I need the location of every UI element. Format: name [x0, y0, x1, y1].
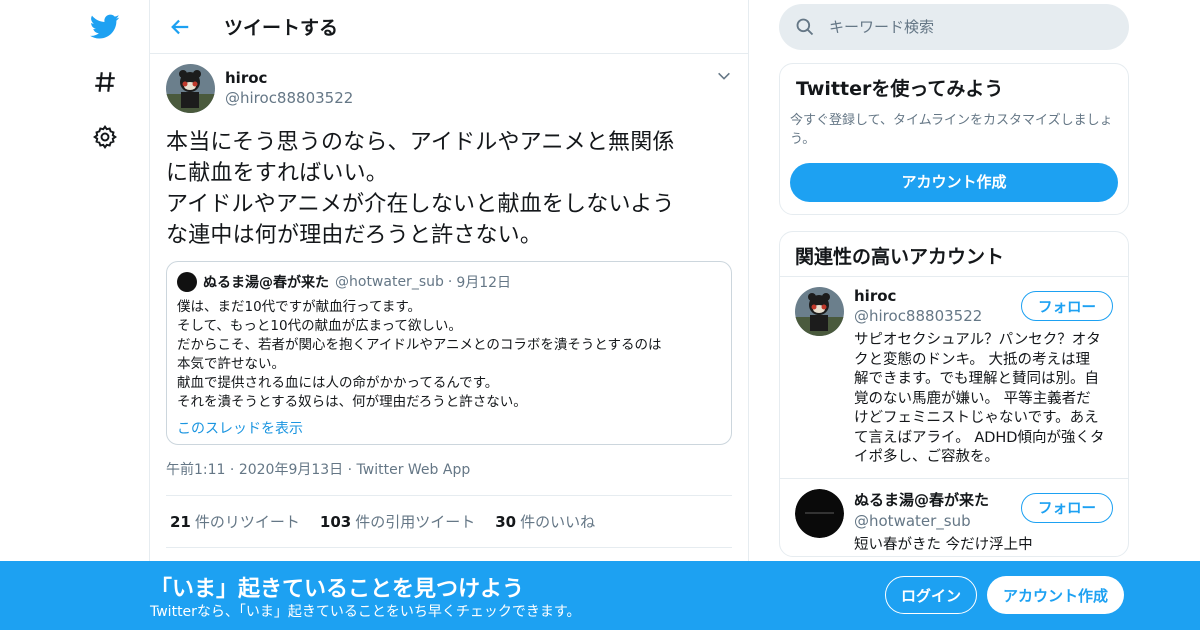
like-count[interactable]: 30 件のいいね: [495, 511, 595, 532]
back-arrow-icon: [171, 19, 189, 34]
tweet-time[interactable]: 午前1:11: [166, 462, 225, 478]
signup-banner: 「いま」起きていることを見つけよう Twitterなら、「いま」起きていることを…: [0, 561, 1200, 630]
related-accounts-card: 関連性の高いアカウント hiroc @hiroc88803522 サピオセクシュ…: [779, 231, 1129, 557]
separator-dot: ·: [347, 462, 357, 478]
banner-subtitle: Twitterなら、「いま」起きていることをいち早くチェックできます。: [150, 604, 581, 620]
follow-button[interactable]: フォロー: [1021, 291, 1113, 321]
search-icon: [796, 18, 814, 36]
tweet-meta: 午前1:11 · 2020年9月13日 · Twitter Web App: [166, 459, 732, 496]
account-bio: 短い春がきた 今だけ浮上中: [854, 536, 1033, 553]
left-nav: [80, 0, 130, 630]
quote-author-handle: @hotwater_sub: [335, 274, 444, 290]
tweet-text: 本当にそう思うのなら、アイドルやアニメと無関係 に献血をすればいい。 アイドルや…: [166, 130, 675, 248]
signup-card: Twitterを使ってみよう 今すぐ登録して、タイムラインをカスタマイズしましょ…: [779, 63, 1129, 215]
tweet-source[interactable]: Twitter Web App: [357, 462, 471, 478]
page: ツイートする hiroc @hiroc88803522 本当にそう思うのなら、ア…: [0, 0, 1200, 630]
follow-button[interactable]: フォロー: [1021, 492, 1113, 523]
login-button[interactable]: ログイン: [885, 576, 977, 614]
related-accounts-title: 関連性の高いアカウント: [780, 232, 1128, 277]
avatar[interactable]: [795, 287, 844, 336]
back-button[interactable]: [150, 0, 210, 54]
quote-text: 僕は、まだ10代ですが献血行ってます。 そして、もっと10代の献血が広まって欲し…: [177, 299, 662, 410]
quote-author-name: ぬるま湯@春が来た: [203, 275, 329, 291]
page-title: ツイートする: [224, 17, 339, 39]
twitter-bird-icon[interactable]: [88, 10, 122, 44]
search-input[interactable]: [829, 18, 1109, 36]
account-bio: サピオセクシュアル？パンセク？オタ クと変態のドンキ。 大抵の考えは理 解できま…: [854, 332, 1105, 465]
hashtag-icon[interactable]: [88, 65, 122, 99]
create-account-button[interactable]: アカウント作成: [790, 163, 1118, 202]
separator-dot: ·: [447, 274, 453, 290]
tweet-stats: 21 件のリツイート 103 件の引用ツイート 30 件のいいね: [166, 496, 732, 548]
main-header: ツイートする: [150, 0, 748, 54]
avatar[interactable]: [795, 488, 844, 538]
signup-button[interactable]: アカウント作成: [987, 576, 1124, 614]
tweet: hiroc @hiroc88803522 本当にそう思うのなら、アイドルやアニメ…: [150, 54, 748, 548]
tweet-author: hiroc @hiroc88803522: [166, 64, 732, 113]
quote-date: 9月12日: [456, 275, 512, 291]
banner-title: 「いま」起きていることを見つけよう: [150, 577, 525, 602]
quote-avatar: [177, 272, 197, 292]
gear-icon[interactable]: [88, 120, 122, 154]
signup-card-subtitle: 今すぐ登録して、タイムラインをカスタマイズしましょ う。: [790, 113, 1113, 147]
list-item[interactable]: hiroc @hiroc88803522 サピオセクシュアル？パンセク？オタ ク…: [780, 277, 1128, 478]
chevron-down-icon[interactable]: [716, 68, 732, 88]
signup-card-title: Twitterを使ってみよう: [796, 78, 1004, 100]
author-handle[interactable]: @hiroc88803522: [225, 89, 353, 107]
quote-tweet-count[interactable]: 103 件の引用ツイート: [320, 511, 475, 532]
tweet-date[interactable]: 2020年9月13日: [239, 462, 343, 478]
list-item[interactable]: ぬるま湯@春が来た @hotwater_sub 短い春がきた 今だけ浮上中 フォ…: [780, 477, 1128, 566]
retweet-count[interactable]: 21 件のリツイート: [170, 511, 300, 532]
show-thread-link[interactable]: このスレッドを表示: [177, 418, 303, 438]
main-column: ツイートする hiroc @hiroc88803522 本当にそう思うのなら、ア…: [149, 0, 749, 630]
avatar[interactable]: [166, 64, 215, 113]
author-name[interactable]: hiroc: [225, 69, 353, 87]
search-box: [779, 4, 1129, 50]
quoted-tweet[interactable]: ぬるま湯@春が来た @hotwater_sub · 9月12日 僕は、まだ10代…: [166, 261, 732, 445]
separator-dot: ·: [229, 462, 239, 478]
